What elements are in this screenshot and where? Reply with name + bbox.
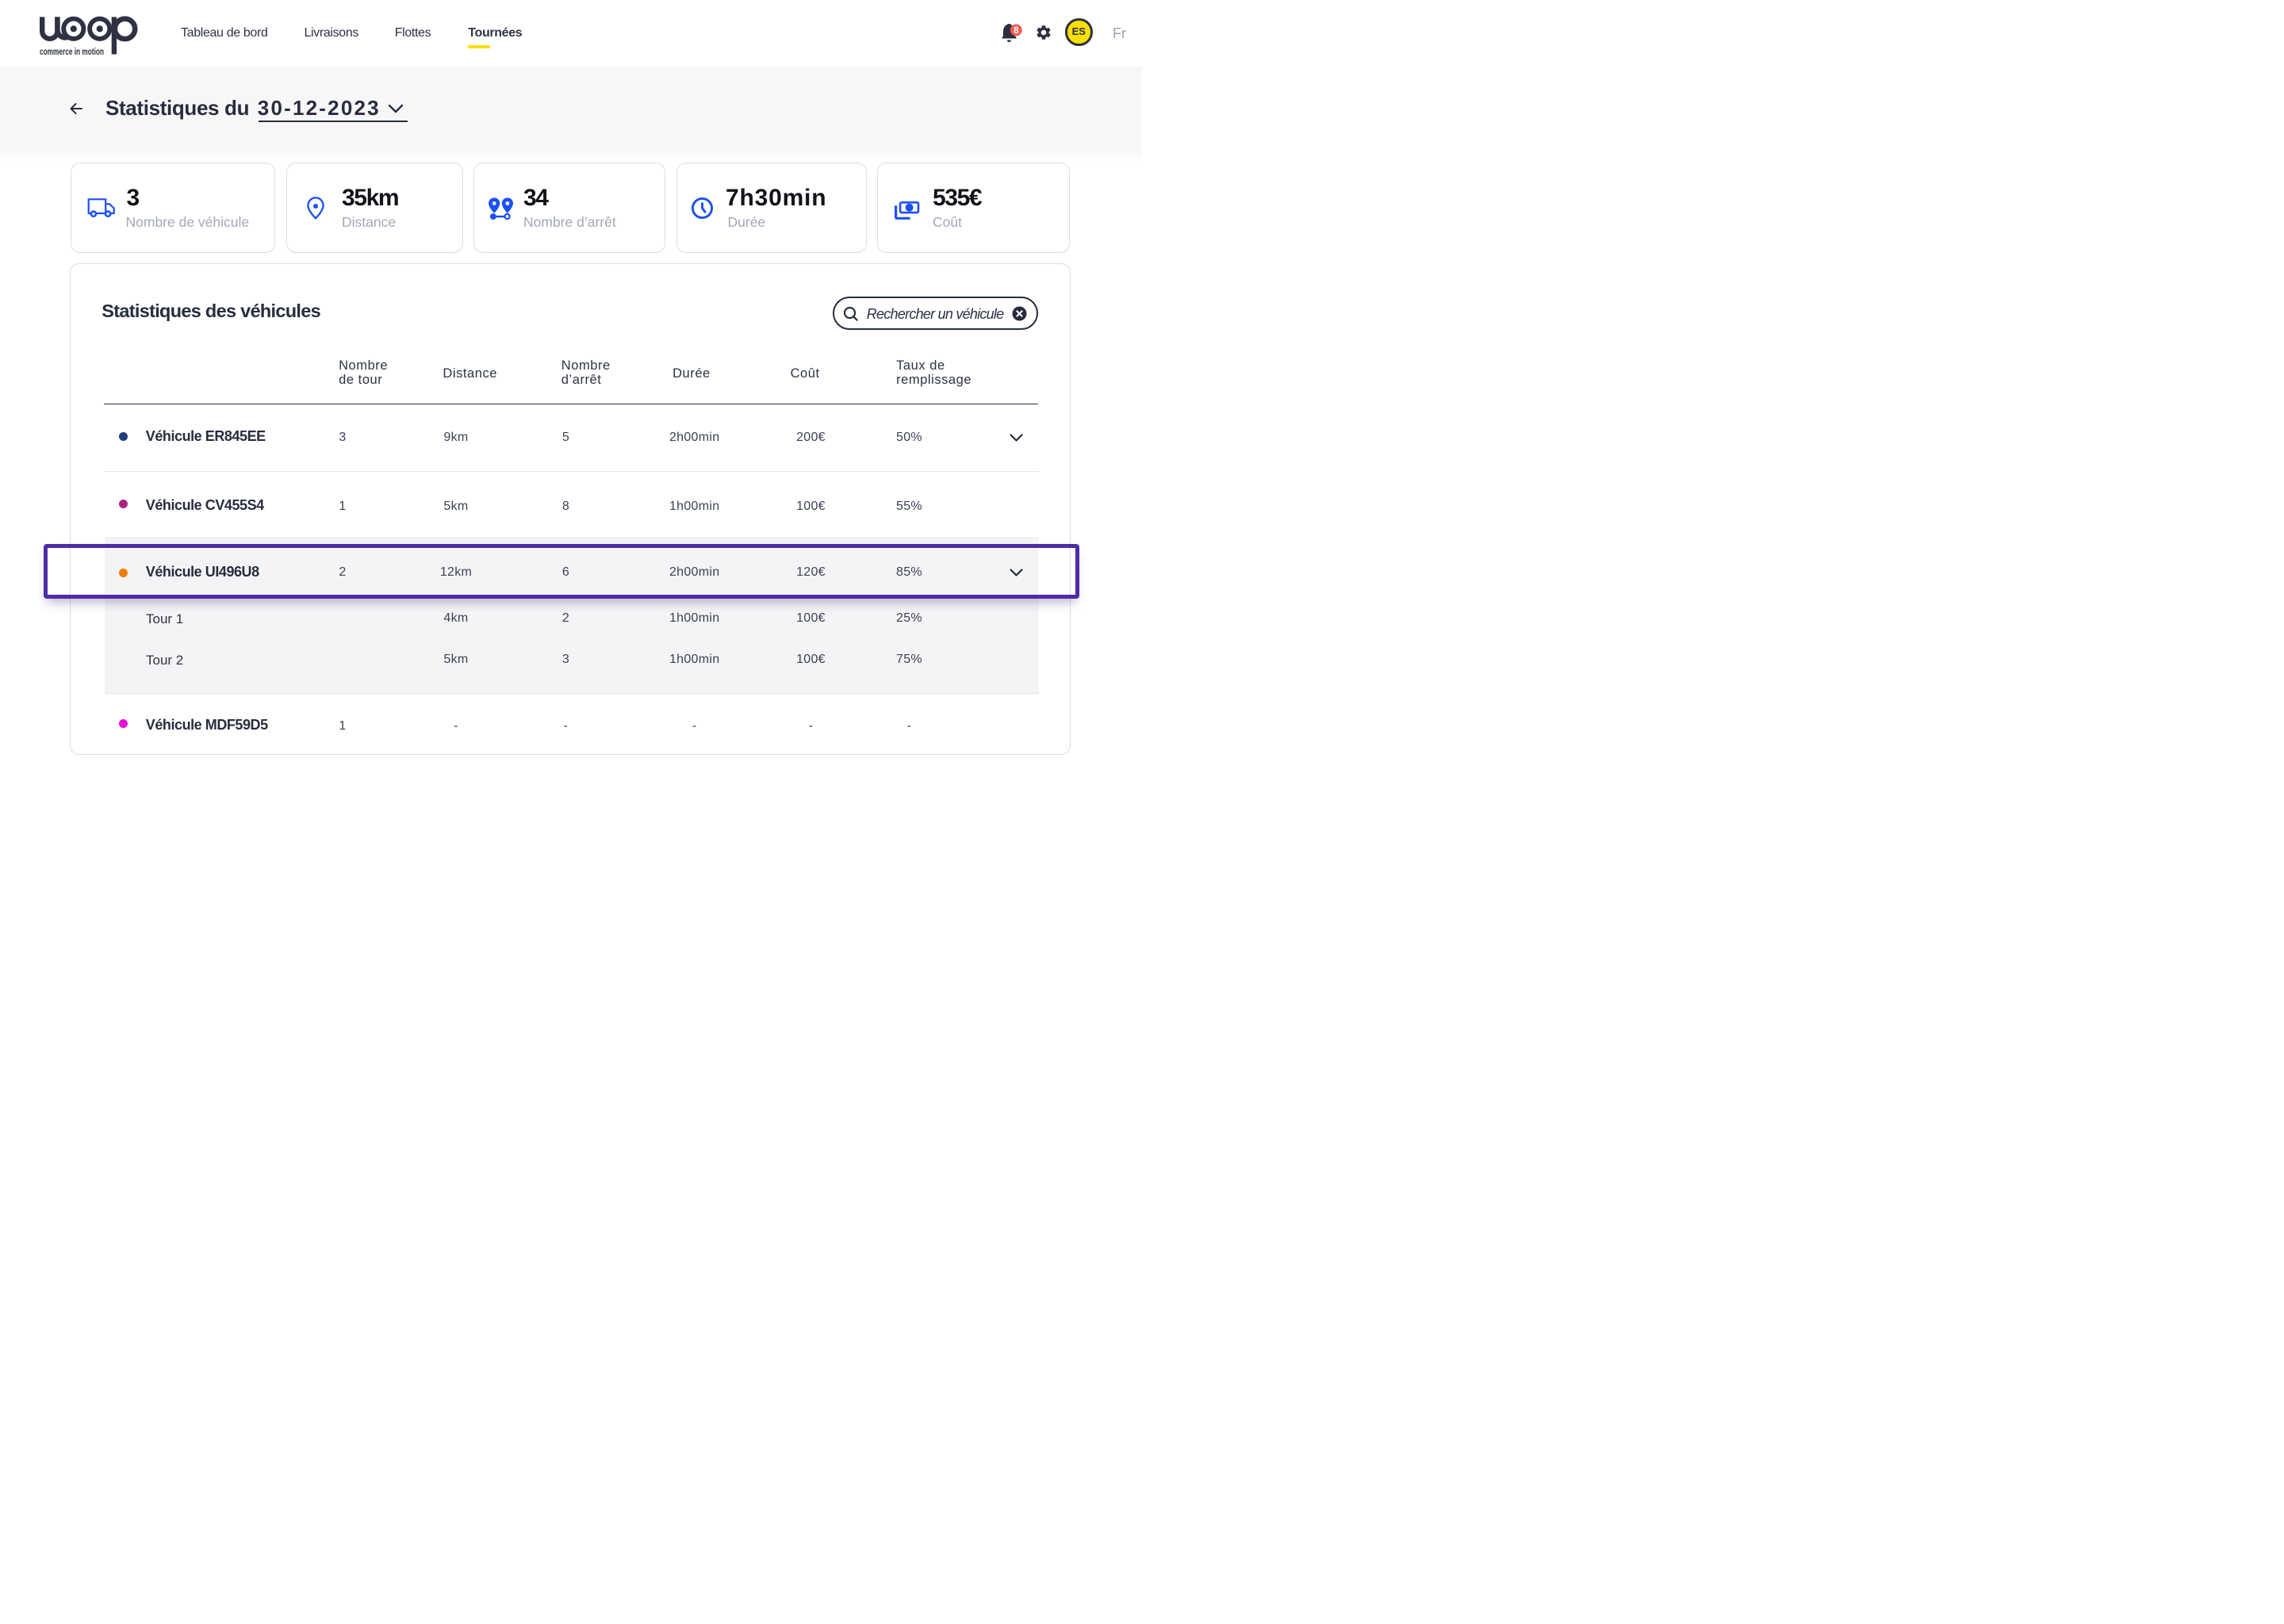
svg-text:8: 8 [1014, 26, 1019, 36]
svg-text:commerce in motion: commerce in motion [40, 48, 104, 56]
